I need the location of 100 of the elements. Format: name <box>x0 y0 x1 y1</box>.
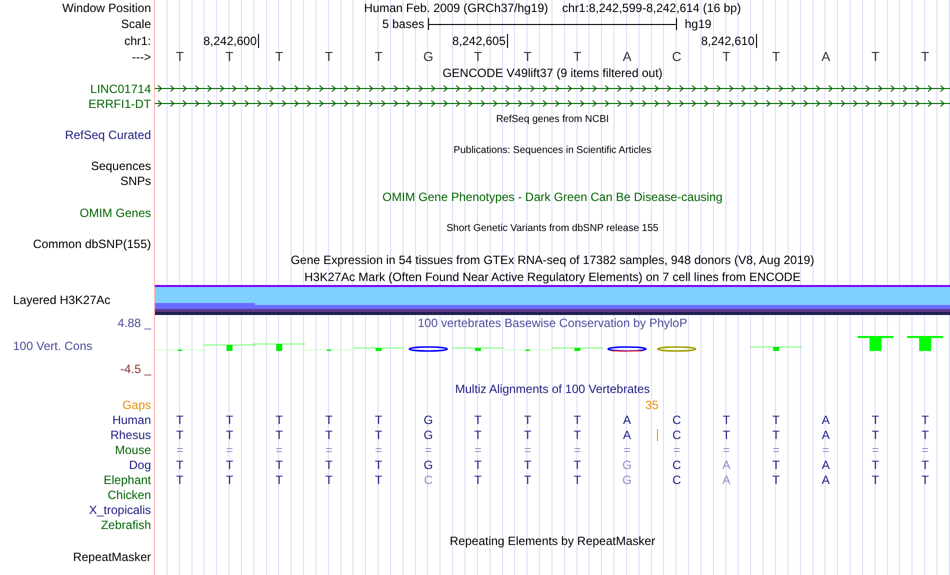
base-letter: T <box>176 49 184 64</box>
base-letter: T <box>921 458 929 472</box>
base-letter: T <box>374 49 383 64</box>
track-title: GENCODE V49lift37 (9 items filtered out) <box>442 66 663 80</box>
base-letter: = <box>673 442 680 456</box>
track-title: RefSeq genes from NCBI <box>496 114 609 124</box>
base-letter: = <box>375 442 382 456</box>
base-letter: T <box>474 428 482 442</box>
species-label: Chicken <box>108 488 151 502</box>
base-letter: T <box>871 49 880 64</box>
track-title: Repeating Elements by RepeatMasker <box>450 534 656 548</box>
base-letter: T <box>722 412 730 426</box>
gene-label[interactable]: LINC01714 <box>90 82 151 96</box>
scale-text: 5 bases <box>382 17 424 31</box>
base-letter: T <box>524 412 532 426</box>
base-letter: = <box>772 442 780 456</box>
base-letter: T <box>176 428 184 442</box>
base-letter: A <box>622 49 632 64</box>
track-label[interactable]: Sequences <box>90 158 151 172</box>
base-letter: G <box>424 412 433 426</box>
base-letter: A <box>822 412 830 426</box>
base-letter: A <box>722 472 730 486</box>
track-title: Short Genetic Variants from dbSNP release 155 <box>446 222 658 234</box>
base-letter: T <box>772 458 780 472</box>
base-letter: C <box>672 49 682 64</box>
species-label: Zebrafish <box>100 518 151 532</box>
base-letter: T <box>524 472 532 486</box>
base-letter: T <box>325 458 333 472</box>
base-letter: T <box>772 49 780 64</box>
base-letter: T <box>226 458 234 472</box>
base-letter: T <box>474 49 482 64</box>
base-letter: T <box>176 458 184 472</box>
track-label: Gaps <box>122 398 151 412</box>
base-letter: T <box>573 49 582 64</box>
base-letter: T <box>921 49 930 64</box>
base-letter: A <box>822 428 830 442</box>
base-letter: T <box>921 472 929 486</box>
base-letter: = <box>424 442 432 456</box>
base-letter: T <box>226 49 234 64</box>
track-title: Gene Expression in 54 tissues from GTEx RNA-seq of 17382 samples, 948 donors (V8, Aug 2019) <box>290 252 814 266</box>
base-letter: = <box>276 442 283 456</box>
base-letter: T <box>275 49 284 64</box>
track-title: 100 vertebrates Basewise Conservation by PhyloP <box>418 316 688 330</box>
base-letter: T <box>722 428 730 442</box>
base-letter: T <box>772 472 780 486</box>
row-label: chr1: <box>124 34 151 48</box>
species-label: Rhesus <box>110 428 151 442</box>
base-letter: T <box>276 412 283 426</box>
base-letter: T <box>176 412 184 426</box>
base-letter: A <box>821 49 830 64</box>
base-letter: T <box>374 472 382 486</box>
base-letter: T <box>325 412 333 426</box>
species-label: Mouse <box>114 442 151 456</box>
base-letter: T <box>176 472 184 486</box>
base-letter: T <box>374 428 382 442</box>
base-letter: T <box>722 49 730 64</box>
base-letter: T <box>276 472 283 486</box>
track-title: Multiz Alignments of 100 Vertebrates <box>455 382 650 396</box>
track-label[interactable]: Common dbSNP(155) <box>32 236 151 250</box>
track-label[interactable]: OMIM Genes <box>80 206 151 220</box>
base-letter: T <box>524 428 532 442</box>
base-letter: = <box>872 442 879 456</box>
base-letter: T <box>276 458 283 472</box>
base-letter: T <box>474 412 482 426</box>
row-label: Scale <box>120 17 151 31</box>
base-letter: T <box>574 428 582 442</box>
species-label: X_tropicalis <box>88 502 151 516</box>
base-letter: T <box>872 412 880 426</box>
base-letter: G <box>424 428 433 442</box>
track-label[interactable]: SNPs <box>120 174 151 188</box>
base-letter: C <box>672 428 682 442</box>
base-letter: T <box>474 472 482 486</box>
species-label: Elephant <box>104 472 151 486</box>
base-letter: = <box>722 442 730 456</box>
base-letter: C <box>424 472 433 486</box>
base-letter: G <box>622 458 632 472</box>
base-letter: A <box>623 412 632 426</box>
base-letter: T <box>524 49 532 64</box>
base-letter: = <box>922 442 929 456</box>
base-letter: = <box>474 442 482 456</box>
base-letter: = <box>574 442 581 456</box>
base-letter: T <box>574 412 582 426</box>
base-letter: T <box>374 458 382 472</box>
base-letter: T <box>374 412 382 426</box>
base-letter: G <box>424 458 433 472</box>
base-letter: T <box>226 472 234 486</box>
track-label[interactable]: Layered H3K27Ac <box>13 293 110 307</box>
base-letter: = <box>822 442 830 456</box>
base-letter: T <box>226 412 234 426</box>
coordinate-tick: 8,242,610 <box>701 34 756 48</box>
species-label: Dog <box>128 458 151 472</box>
row-label: ---> <box>132 50 151 64</box>
base-letter: C <box>672 412 682 426</box>
track-label[interactable]: RefSeq Curated <box>64 128 151 142</box>
track-label[interactable]: RepeatMasker <box>72 550 151 564</box>
position-text: chr1:8,242,599-8,242,614 (16 bp) <box>562 1 741 15</box>
base-letter: = <box>524 442 532 456</box>
track-label[interactable]: 100 Vert. Cons <box>13 339 151 353</box>
base-letter: T <box>524 458 532 472</box>
gene-label[interactable]: ERRFI1-DT <box>88 96 151 110</box>
